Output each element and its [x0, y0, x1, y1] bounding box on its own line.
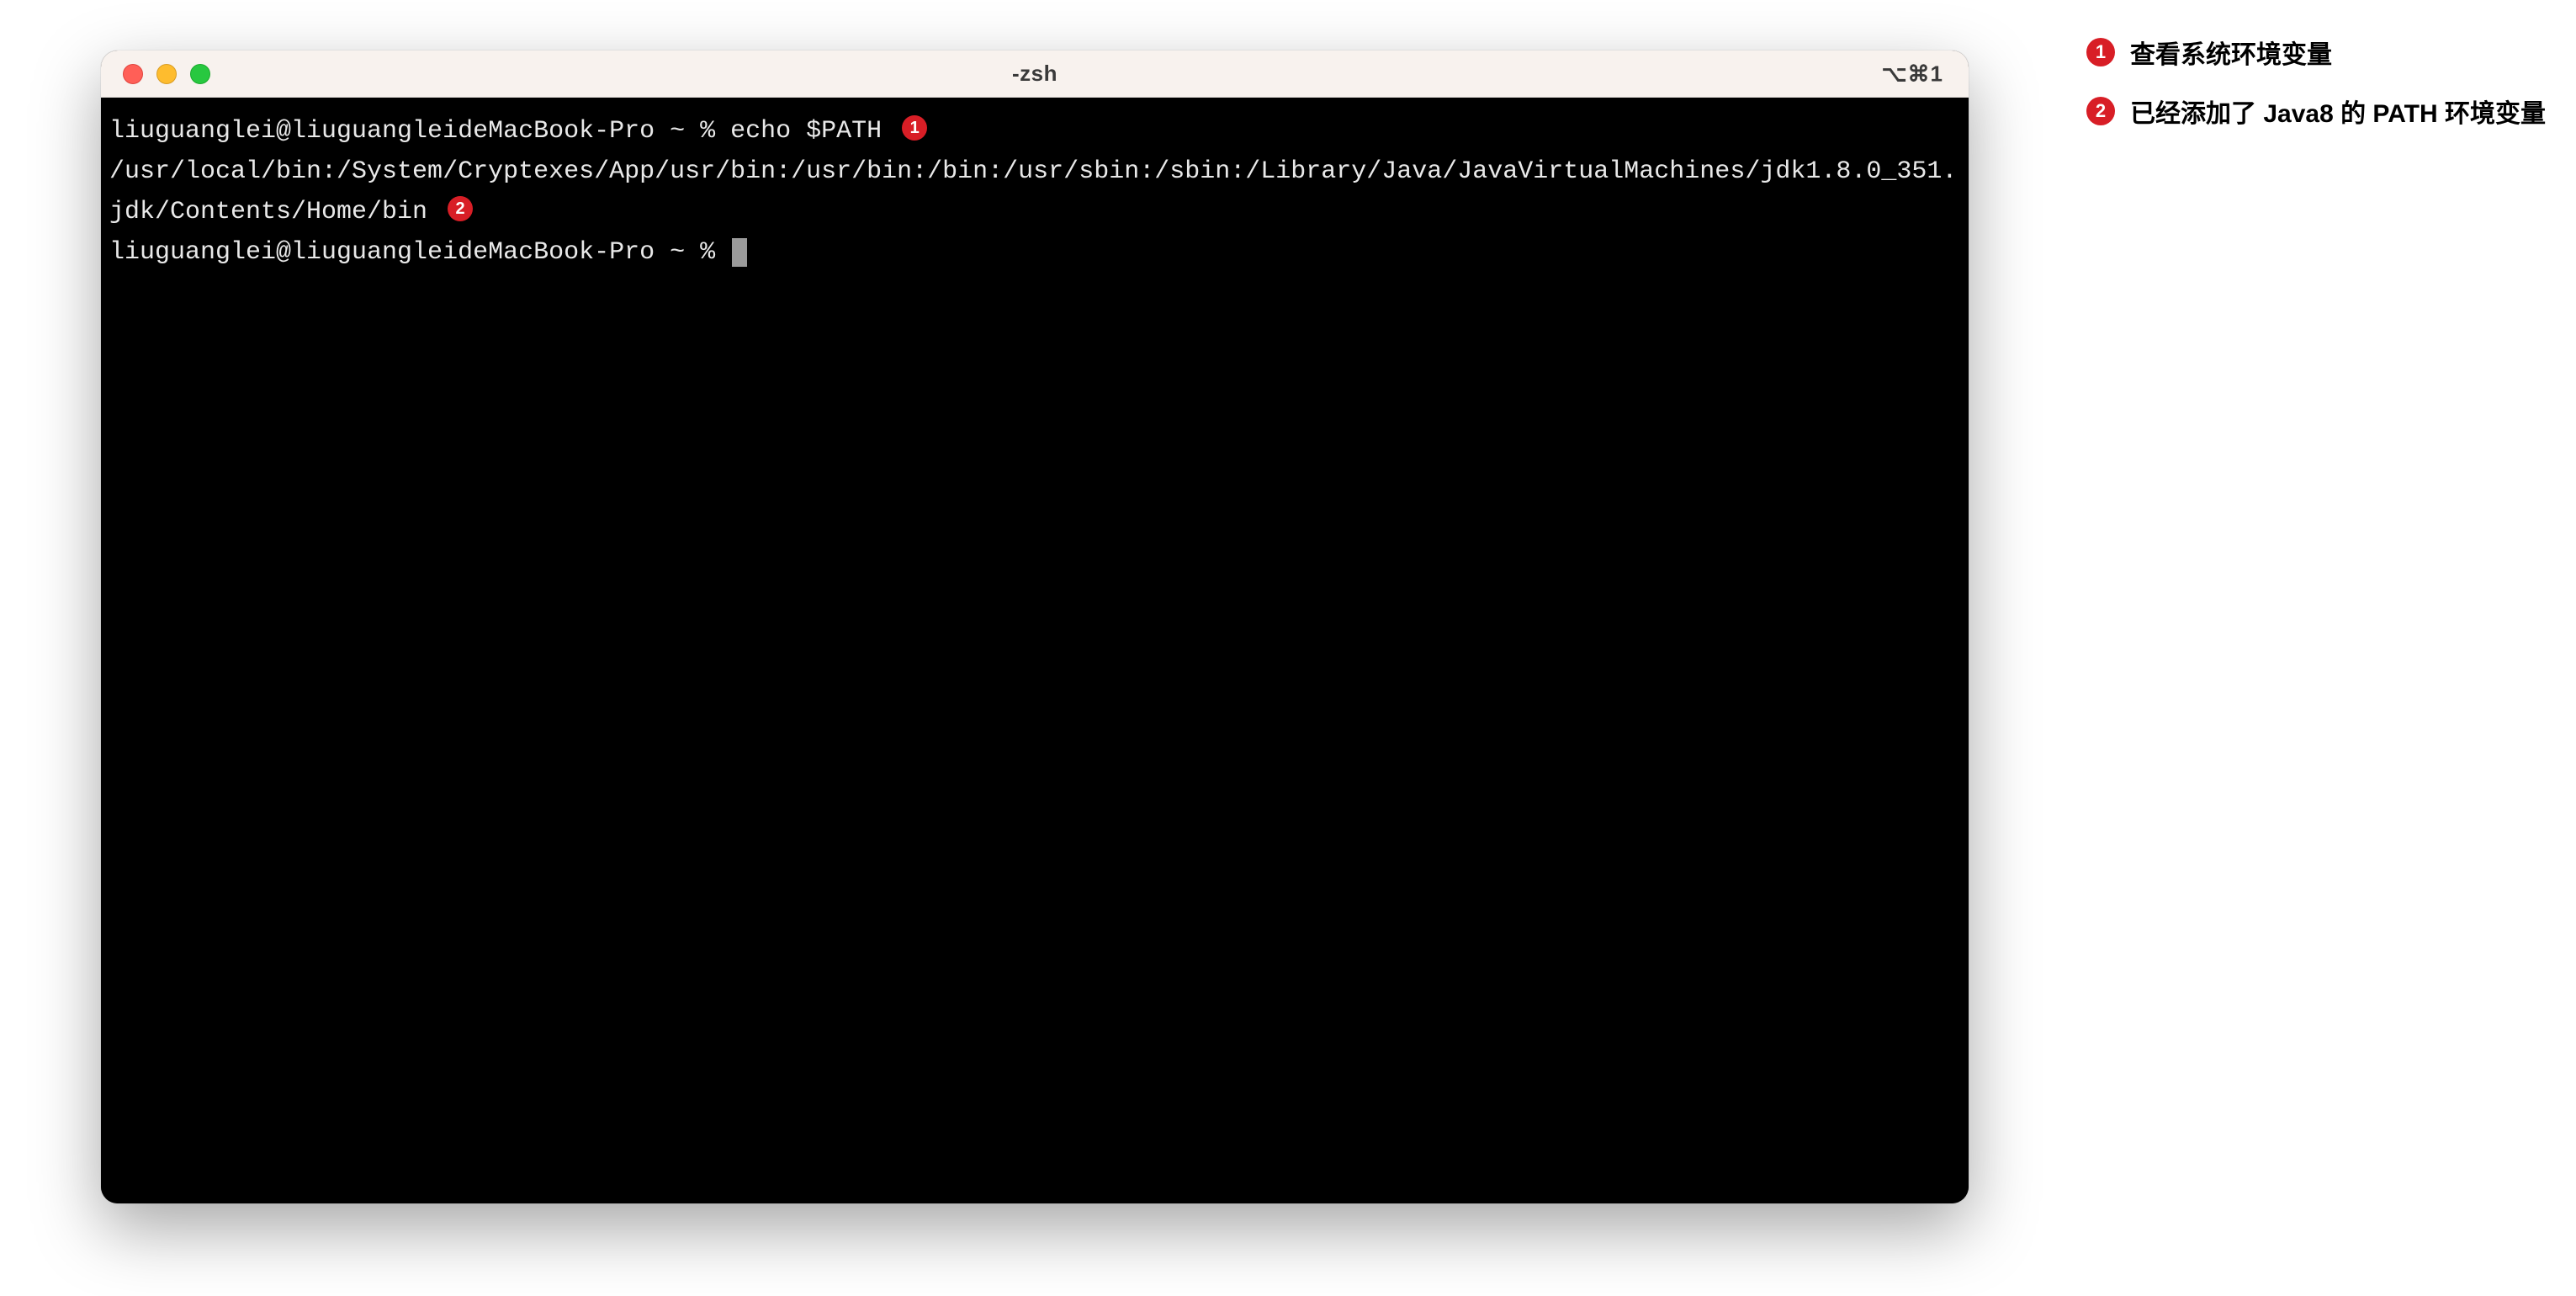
window-shortcut-indicator: ⌥⌘1 — [1882, 61, 1943, 87]
traffic-lights — [123, 64, 210, 84]
annotation-badge-1: 1 — [902, 115, 927, 141]
terminal-content[interactable]: liuguanglei@liuguangleideMacBook-Pro ~ %… — [101, 98, 1969, 1203]
annotation-badge-2: 2 — [448, 196, 473, 221]
annotation-item: 2 已经添加了 Java8 的 PATH 环境变量 — [2086, 93, 2546, 130]
annotation-legend-badge-1: 1 — [2086, 38, 2115, 66]
close-button[interactable] — [123, 64, 143, 84]
command-output: /usr/local/bin:/System/Cryptexes/App/usr… — [109, 157, 1957, 226]
command-text: echo $PATH — [730, 117, 882, 146]
minimize-button[interactable] — [156, 64, 177, 84]
cursor — [732, 238, 747, 267]
shell-prompt: liuguanglei@liuguangleideMacBook-Pro ~ % — [109, 117, 730, 146]
terminal-window: -zsh ⌥⌘1 liuguanglei@liuguangleideMacBoo… — [101, 50, 1969, 1203]
annotation-legend-badge-2: 2 — [2086, 97, 2115, 125]
window-title: -zsh — [1012, 61, 1057, 87]
annotation-legend: 1 查看系统环境变量 2 已经添加了 Java8 的 PATH 环境变量 — [2086, 34, 2546, 130]
annotation-item: 1 查看系统环境变量 — [2086, 34, 2546, 71]
shell-prompt: liuguanglei@liuguangleideMacBook-Pro ~ % — [109, 238, 730, 267]
annotation-legend-text-1: 查看系统环境变量 — [2130, 34, 2332, 71]
window-titlebar[interactable]: -zsh ⌥⌘1 — [101, 50, 1969, 98]
maximize-button[interactable] — [190, 64, 210, 84]
annotation-legend-text-2: 已经添加了 Java8 的 PATH 环境变量 — [2130, 93, 2546, 130]
